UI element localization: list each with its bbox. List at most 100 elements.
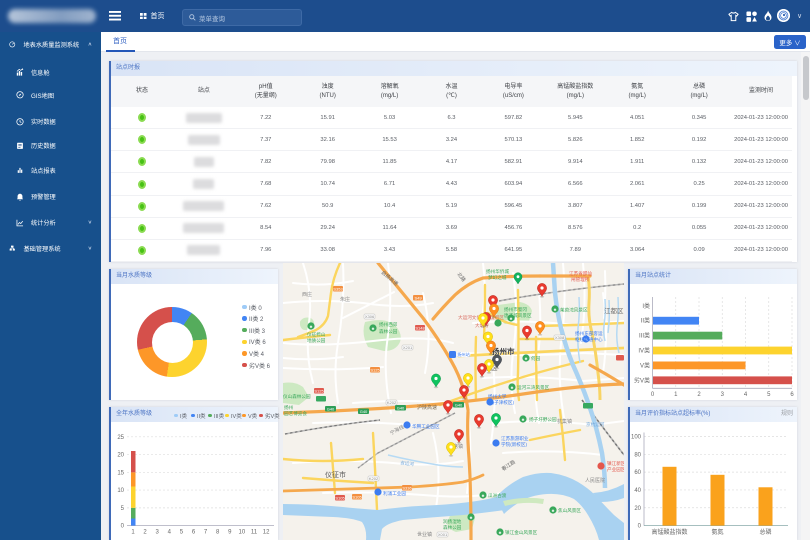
svg-text:学院(新校区): 学院(新校区) [501, 441, 527, 448]
svg-text:I类: I类 [642, 302, 650, 310]
svg-text:100: 100 [631, 435, 642, 441]
svg-text:朱庄: 朱庄 [340, 296, 350, 303]
svg-text:20: 20 [634, 506, 641, 512]
svg-text:扬州市: 扬州市 [492, 346, 515, 356]
svg-text:4: 4 [168, 530, 172, 536]
svg-text:江苏省邵仙: 江苏省邵仙 [569, 270, 592, 277]
svg-text:♣: ♣ [554, 307, 557, 312]
svg-text:总磷: 总磷 [759, 528, 771, 536]
svg-text:茱萸湾风景区: 茱萸湾风景区 [560, 307, 588, 314]
svg-text:0: 0 [651, 392, 655, 398]
svg-text:4: 4 [744, 392, 748, 398]
svg-text:2: 2 [143, 530, 147, 536]
svg-text:40: 40 [634, 488, 641, 494]
svg-text:X001: X001 [438, 532, 448, 537]
svg-text:地质公园: 地质公园 [307, 337, 326, 344]
svg-text:仪征捺山: 仪征捺山 [307, 331, 326, 338]
svg-text:森林公园: 森林公园 [443, 524, 462, 531]
svg-text:II类: II类 [641, 317, 650, 325]
svg-text:闸管理所: 闸管理所 [571, 276, 590, 283]
svg-text:3: 3 [721, 392, 725, 398]
svg-text:仪山森林公园: 仪山森林公园 [283, 393, 311, 400]
svg-text:80: 80 [634, 452, 641, 458]
svg-text:♣: ♣ [482, 493, 485, 498]
svg-text:仪征市: 仪征市 [325, 470, 346, 479]
svg-text:运河三湾风景区: 运河三湾风景区 [517, 384, 550, 391]
svg-text:X308: X308 [555, 335, 565, 340]
svg-text:焦山风景区: 焦山风景区 [558, 507, 581, 514]
svg-text:10: 10 [239, 530, 246, 536]
svg-text:♣: ♣ [552, 508, 555, 513]
svg-text:园艺博览会: 园艺博览会 [284, 410, 307, 417]
svg-text:S336: S336 [402, 485, 412, 490]
svg-text:扬州: 扬州 [284, 404, 294, 411]
svg-text:0: 0 [638, 524, 642, 530]
svg-text:V类: V类 [640, 361, 650, 369]
svg-text:6: 6 [790, 392, 794, 398]
svg-text:G40: G40 [397, 405, 405, 410]
svg-text:S105: S105 [352, 494, 362, 499]
svg-text:扬州市蜀冈: 扬州市蜀冈 [504, 306, 527, 313]
svg-text:唐子城风景区: 唐子城风景区 [504, 312, 532, 319]
svg-text:G40: G40 [455, 402, 463, 407]
svg-text:20: 20 [117, 453, 124, 459]
svg-text:S125: S125 [370, 367, 380, 372]
svg-text:何园: 何园 [531, 355, 541, 362]
svg-text:♣: ♣ [511, 385, 514, 390]
svg-text:扬州西郊: 扬州西郊 [379, 321, 398, 328]
svg-text:G40: G40 [360, 409, 368, 414]
svg-text:G40: G40 [327, 406, 335, 411]
svg-text:12: 12 [263, 530, 270, 536]
svg-text:60: 60 [634, 470, 641, 476]
svg-text:华腾工业园区: 华腾工业园区 [412, 423, 440, 430]
svg-text:IV类: IV类 [638, 347, 650, 355]
svg-text:劣V类: 劣V类 [634, 376, 650, 384]
svg-text:高锰酸盐指数: 高锰酸盐指数 [651, 528, 687, 536]
svg-text:人民医院: 人民医院 [585, 477, 605, 484]
svg-text:润扬湿地: 润扬湿地 [443, 518, 462, 525]
svg-text:梦幻之城: 梦幻之城 [488, 274, 507, 281]
svg-text:杭集镇: 杭集镇 [557, 418, 572, 425]
svg-text:扬子圩野公园: 扬子圩野公园 [529, 416, 557, 423]
svg-text:5: 5 [767, 392, 771, 398]
svg-text:利涌工业园: 利涌工业园 [383, 490, 406, 497]
svg-text:S49: S49 [414, 295, 422, 300]
svg-text:扬州东部客运: 扬州东部客运 [575, 330, 603, 337]
svg-text:产业园区: 产业园区 [607, 466, 624, 473]
svg-text:2: 2 [697, 392, 701, 398]
svg-text:京杭运河: 京杭运河 [586, 421, 605, 428]
svg-text:5: 5 [121, 506, 125, 512]
svg-text:K202: K202 [369, 476, 379, 481]
svg-text:X201: X201 [403, 345, 413, 350]
svg-text:江苏旅游职业: 江苏旅游职业 [501, 435, 529, 442]
svg-text:♣: ♣ [372, 326, 375, 331]
svg-text:6: 6 [192, 530, 196, 536]
svg-text:25: 25 [117, 435, 124, 441]
svg-text:X306: X306 [365, 314, 375, 319]
svg-text:江都区: 江都区 [604, 307, 624, 315]
svg-text:9: 9 [228, 530, 232, 536]
svg-text:III类: III类 [639, 332, 650, 340]
svg-text:1: 1 [131, 530, 135, 536]
svg-text:♣: ♣ [499, 530, 502, 535]
svg-text:♣: ♣ [310, 324, 313, 329]
svg-text:S148: S148 [415, 325, 425, 330]
svg-text:11: 11 [251, 530, 258, 536]
svg-text:瓜洲古渡: 瓜洲古渡 [488, 492, 507, 499]
svg-text:1: 1 [674, 392, 678, 398]
svg-text:(扬子津校区): (扬子津校区) [488, 399, 514, 406]
svg-text:5: 5 [180, 530, 184, 536]
svg-text:枢纽交通中心: 枢纽交通中心 [575, 336, 603, 343]
svg-text:7: 7 [204, 530, 208, 536]
svg-text:世业镇: 世业镇 [417, 531, 432, 538]
svg-text:S125: S125 [314, 388, 324, 393]
svg-text:扬州大学: 扬州大学 [488, 393, 507, 400]
svg-text:S353: S353 [333, 286, 343, 291]
svg-text:扬州华侨城: 扬州华侨城 [486, 268, 509, 275]
svg-text:10: 10 [117, 488, 124, 494]
svg-text:西庄: 西庄 [302, 291, 312, 298]
svg-text:0: 0 [121, 524, 125, 530]
svg-text:♣: ♣ [522, 417, 525, 422]
svg-text:3: 3 [156, 530, 160, 536]
svg-text:森林公园: 森林公园 [379, 328, 398, 335]
